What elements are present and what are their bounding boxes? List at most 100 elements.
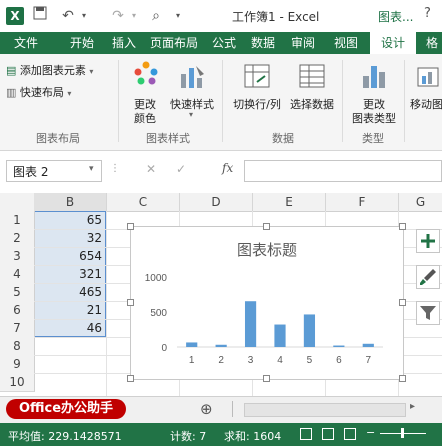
column-header-c[interactable]: C [107, 193, 180, 211]
move-chart-icon [417, 67, 439, 87]
redo-dropdown-icon[interactable]: ▾ [124, 6, 144, 26]
resize-handle[interactable] [263, 375, 270, 382]
select-data-button[interactable]: 选择数据 [286, 58, 338, 126]
column-header-f[interactable]: F [326, 193, 399, 211]
column-header-d[interactable]: D [180, 193, 253, 211]
x-tick-label: 4 [277, 355, 283, 366]
status-sum: 求和: 1604 [224, 430, 282, 443]
x-tick-label: 5 [307, 355, 313, 366]
row-header-7[interactable]: 7 [0, 319, 35, 338]
status-bar: 平均值: 229.1428571 计数: 7 求和: 1604 − [0, 423, 442, 446]
chart-area[interactable]: 图表标题 0 500 1000 1 2 3 4 5 6 7 [130, 226, 404, 380]
zoom-out-icon[interactable]: − [366, 426, 375, 439]
bar-3[interactable] [244, 301, 257, 347]
formula-bar-grip-icon: ⋮ [110, 163, 120, 174]
chart-filters-button[interactable] [416, 301, 440, 325]
column-header-g[interactable]: G [399, 193, 442, 211]
undo-dropdown-icon[interactable]: ▾ [74, 6, 94, 26]
row-header-5[interactable]: 5 [0, 283, 35, 302]
row-header-8[interactable]: 8 [0, 337, 35, 356]
switch-row-column-label: 切换行/列 [233, 98, 281, 111]
y-tick-label: 1000 [145, 273, 168, 284]
bar-7[interactable] [362, 343, 374, 347]
tab-review[interactable]: 审阅 [284, 32, 322, 54]
ribbon-tab-bar: 文件 开始 插入 页面布局 公式 数据 审阅 视图 设计 格 [0, 32, 442, 54]
tab-design[interactable]: 设计 [370, 32, 416, 54]
row-header-1[interactable]: 1 [0, 211, 35, 230]
row-header-3[interactable]: 3 [0, 247, 35, 266]
resize-handle[interactable] [399, 223, 406, 230]
tab-formulas[interactable]: 公式 [206, 32, 242, 54]
grid-line [106, 211, 107, 396]
print-preview-icon[interactable]: ⌕ [146, 6, 166, 26]
change-chart-type-button[interactable]: 更改 图表类型 [346, 58, 402, 126]
horizontal-scrollbar[interactable] [244, 403, 406, 417]
add-sheet-icon[interactable]: ⊕ [200, 400, 213, 418]
tab-home[interactable]: 开始 [62, 32, 102, 54]
name-box[interactable]: 图表 2 ▾ [6, 160, 102, 182]
bar-4[interactable] [274, 324, 286, 347]
window-title: 工作簿1 - Excel [232, 10, 320, 24]
tab-data[interactable]: 数据 [244, 32, 282, 54]
scroll-right-icon[interactable]: ▸ [410, 401, 415, 412]
tab-view[interactable]: 视图 [326, 32, 366, 54]
cancel-icon[interactable]: ✕ [146, 162, 156, 176]
select-data-label: 选择数据 [290, 98, 334, 111]
cell-b7[interactable]: 46 [34, 319, 106, 337]
quick-styles-button[interactable]: 快速样式 ▾ [166, 58, 218, 126]
customize-qat-icon[interactable]: ▾ [168, 6, 188, 26]
chevron-down-icon: ▾ [189, 110, 194, 119]
chart-styles-button[interactable] [416, 265, 440, 289]
bar-2[interactable] [215, 344, 227, 347]
row-header-6[interactable]: 6 [0, 301, 35, 320]
chart-elements-button[interactable] [416, 229, 440, 253]
row-header-10[interactable]: 10 [0, 373, 35, 392]
move-chart-button[interactable]: 移动图 [410, 58, 442, 126]
tab-format[interactable]: 格 [422, 32, 442, 54]
bar-1[interactable] [186, 342, 198, 347]
save-icon[interactable] [30, 6, 50, 26]
quick-layout-button[interactable]: ▥ 快速布局 ▾ [6, 84, 71, 100]
resize-handle[interactable] [399, 375, 406, 382]
tab-page-layout[interactable]: 页面布局 [146, 32, 202, 54]
cell-b3[interactable]: 654 [34, 247, 106, 265]
resize-handle[interactable] [127, 223, 134, 230]
tab-insert[interactable]: 插入 [104, 32, 144, 54]
insert-function-icon[interactable]: fx [222, 161, 233, 175]
bar-6[interactable] [333, 345, 345, 347]
formula-input[interactable] [244, 160, 442, 182]
row-header-4[interactable]: 4 [0, 265, 35, 284]
group-label-chart-styles: 图表样式 [146, 132, 190, 145]
normal-view-icon[interactable] [300, 428, 312, 440]
change-colors-button[interactable]: 更改 颜色 [128, 58, 162, 126]
page-break-view-icon[interactable] [344, 428, 356, 440]
bar-5[interactable] [303, 314, 316, 347]
select-all-corner[interactable] [0, 193, 35, 211]
change-colors-label-2: 颜色 [134, 112, 156, 125]
tab-file[interactable]: 文件 [0, 32, 52, 54]
page-layout-view-icon[interactable] [322, 428, 334, 440]
enter-icon[interactable]: ✓ [176, 162, 186, 176]
add-chart-element-button[interactable]: ▤ 添加图表元素 ▾ [6, 62, 93, 78]
resize-handle[interactable] [127, 375, 134, 382]
cell-b6[interactable]: 21 [34, 301, 106, 319]
zoom-slider-thumb[interactable] [401, 428, 404, 438]
column-header-b[interactable]: B [34, 193, 107, 211]
resize-handle[interactable] [127, 299, 134, 306]
cell-b1[interactable]: 65 [34, 211, 106, 229]
cell-b5[interactable]: 465 [34, 283, 106, 301]
x-tick-label: 7 [366, 355, 372, 366]
row-header-9[interactable]: 9 [0, 355, 35, 374]
column-header-e[interactable]: E [253, 193, 326, 211]
cell-b4[interactable]: 321 [34, 265, 106, 283]
help-icon[interactable]: ? [424, 6, 431, 21]
add-chart-element-label: 添加图表元素 [19, 64, 86, 77]
resize-handle[interactable] [263, 223, 270, 230]
switch-row-column-button[interactable]: 切换行/列 [228, 58, 286, 126]
y-tick-label: 0 [161, 343, 167, 354]
cell-b2[interactable]: 32 [34, 229, 106, 247]
resize-handle[interactable] [399, 299, 406, 306]
chart-type-icon [363, 66, 385, 88]
sheet-tab[interactable]: Office办公助手 [6, 399, 126, 419]
row-header-2[interactable]: 2 [0, 229, 35, 248]
